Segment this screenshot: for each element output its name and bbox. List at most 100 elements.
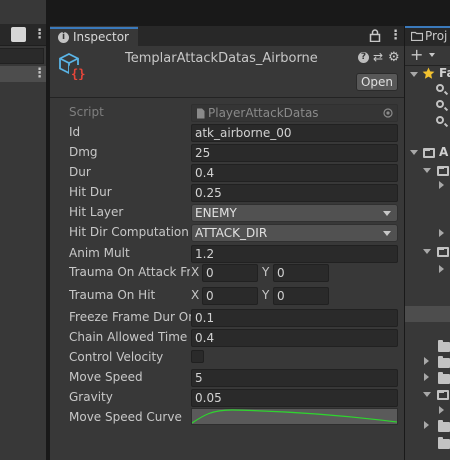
settings-icon[interactable]: ⚙ [388,50,400,65]
trauma-attack-x-field[interactable]: 0 [202,264,258,282]
move-speed-field[interactable]: 5 [191,369,398,387]
chevron-down-icon[interactable] [429,53,435,57]
dur-field[interactable]: 0.4 [191,164,398,182]
info-icon: i [58,32,69,43]
expand-arrow-icon[interactable] [410,150,418,155]
hit-dur-field[interactable]: 0.25 [191,184,398,202]
anim-mult-label: Anim Mult [69,246,130,260]
folder-icon [438,340,450,352]
left-panel: ⋮ ⋮ [0,0,46,460]
gravity-label: Gravity [69,390,113,404]
trauma-attack-label: Trauma On Attack Fra [69,265,190,279]
freeze-label: Freeze Frame Dur On [69,310,192,324]
folder-icon [437,166,449,176]
chain-field[interactable]: 0.4 [191,329,398,347]
folder-icon [437,247,449,257]
kebab-menu-icon[interactable]: ⋮ [33,66,46,82]
script-value: PlayerAttackDatas [208,106,319,120]
id-field[interactable]: atk_airborne_00 [191,124,398,142]
preset-icon[interactable]: ⇄ [373,50,383,64]
trauma-hit-x-field[interactable]: 0 [202,287,258,305]
tab-bar [138,26,404,46]
trauma-hit-x-label: X [191,288,200,302]
expand-arrow-icon[interactable] [423,392,431,397]
tab-inspector[interactable]: i Inspector [50,27,138,46]
object-picker-icon[interactable] [383,108,393,118]
anim-mult-field[interactable]: 1.2 [191,245,398,263]
expand-arrow-icon[interactable] [424,373,429,381]
asset-title: TemplarAttackDatas_Airborne [125,51,318,66]
curve-graph [192,409,397,424]
trauma-hit-y-label: Y [262,288,270,302]
hit-dur-label: Hit Dur [69,185,112,199]
script-label: Script [69,105,104,119]
control-velocity-checkbox[interactable] [191,350,204,363]
kebab-menu-icon[interactable]: ⋮ [33,27,46,42]
expand-arrow-icon[interactable] [424,357,429,365]
script-file-icon [197,108,205,119]
selected-row[interactable]: ⋮ [0,66,46,82]
search-icon[interactable] [436,84,444,92]
move-speed-curve-label: Move Speed Curve [69,410,182,424]
search-icon[interactable] [436,100,444,108]
hit-dir-label: Hit Dir Computation T [69,225,192,239]
search-input[interactable] [0,48,44,64]
lock-icon[interactable] [369,29,381,42]
dropdown-arrow-icon [383,231,391,236]
tab-project[interactable]: Proj [405,26,450,46]
add-icon[interactable]: + [410,47,423,63]
id-label: Id [69,125,81,139]
help-icon[interactable]: ? [358,52,369,63]
selected-row[interactable] [405,306,450,322]
expand-arrow-icon[interactable] [423,168,431,173]
kebab-menu-icon[interactable]: ⋮ [389,29,402,42]
expand-arrow-icon[interactable] [439,406,444,414]
dmg-field[interactable]: 25 [191,144,398,162]
top-strip [50,0,404,26]
expand-arrow-icon[interactable] [423,249,431,254]
chain-label: Chain Allowed Time [69,330,188,344]
lock-icon[interactable] [11,27,26,42]
top-strip [405,0,450,26]
tab-inspector-label: Inspector [73,30,129,44]
folder-icon [438,372,450,384]
expand-arrow-icon[interactable] [424,421,429,429]
favorites-label: Fa [439,66,450,80]
scriptable-object-icon: {} [59,52,85,81]
tab-project-label: Proj [425,29,448,43]
expand-arrow-icon[interactable] [410,72,418,77]
script-field: PlayerAttackDatas [191,104,398,122]
hit-layer-label: Hit Layer [69,205,124,219]
trauma-attack-x-label: X [191,265,200,279]
open-button[interactable]: Open [356,73,398,91]
folder-icon [438,356,450,368]
freeze-field[interactable]: 0.1 [191,309,398,327]
tab-accent [405,26,450,28]
trauma-hit-label: Trauma On Hit [69,288,156,302]
folder-icon [411,31,423,41]
project-panel: Proj + Fa A [405,0,450,460]
move-speed-curve-field[interactable] [191,408,398,425]
expand-arrow-icon[interactable] [439,229,444,237]
move-speed-label: Move Speed [69,370,143,384]
expand-arrow-icon[interactable] [439,181,444,189]
hit-dir-dropdown[interactable]: ATTACK_DIR [191,224,398,242]
folder-icon [423,148,435,158]
gravity-field[interactable]: 0.05 [191,389,398,407]
hit-layer-value: ENEMY [195,206,237,220]
hit-layer-dropdown[interactable]: ENEMY [191,204,398,222]
assets-label: A [439,145,449,159]
expand-arrow-icon[interactable] [439,265,444,273]
folder-icon [438,437,450,449]
star-icon [422,67,435,79]
control-velocity-label: Control Velocity [69,350,164,364]
trauma-hit-y-field[interactable]: 0 [273,287,329,305]
svg-text:{}: {} [71,67,85,81]
trauma-attack-y-field[interactable]: 0 [273,264,329,282]
search-icon[interactable] [436,116,444,124]
dropdown-arrow-icon [383,211,391,216]
dur-label: Dur [69,165,91,179]
dmg-label: Dmg [69,145,98,159]
inspector-panel: i Inspector ⋮ {} TemplarAttackDatas_Airb… [50,0,404,460]
hit-dir-value: ATTACK_DIR [195,226,268,240]
